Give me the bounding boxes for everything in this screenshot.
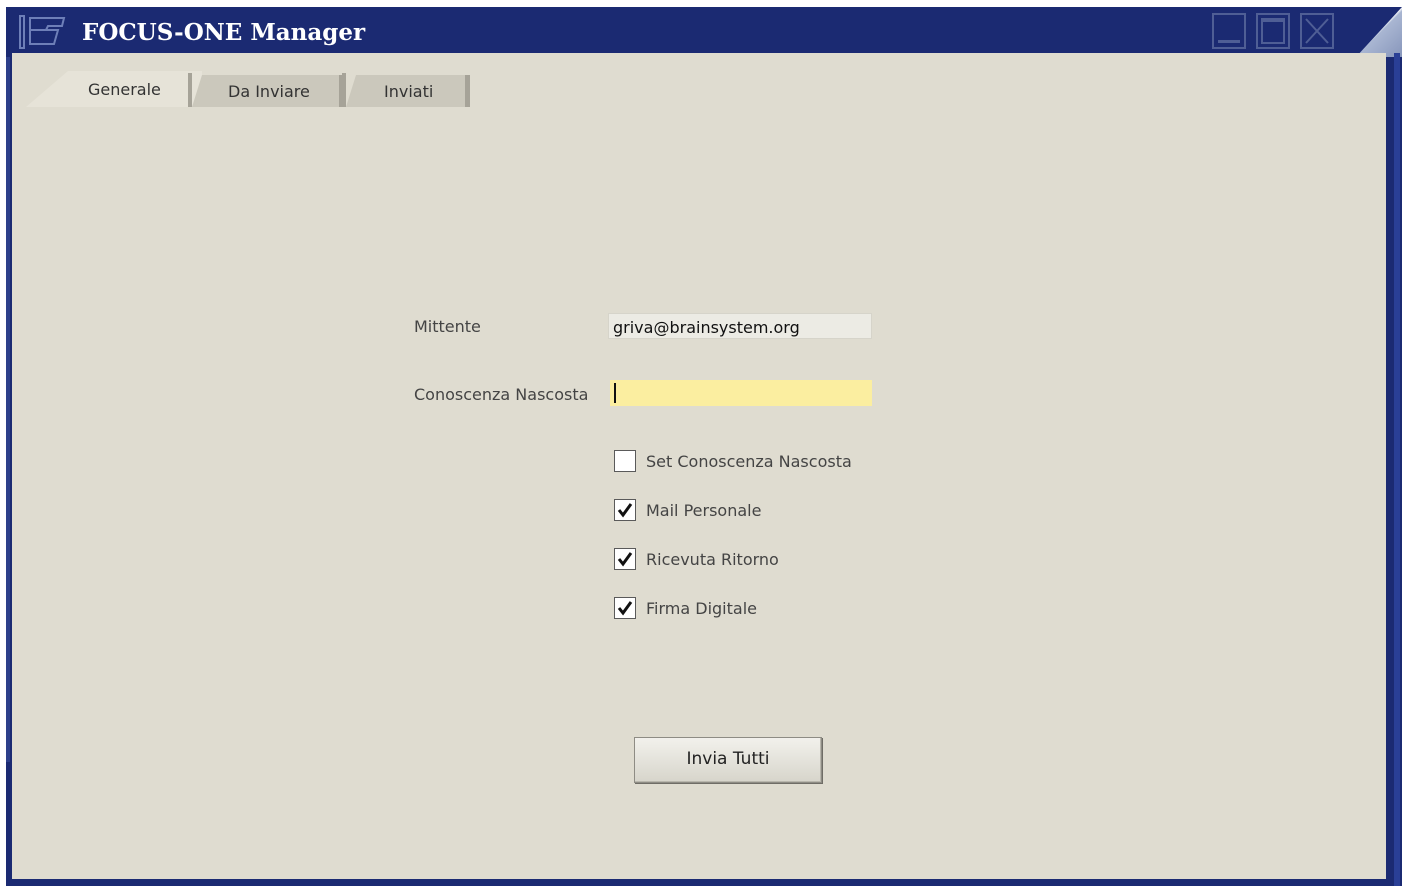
tab-label: Inviati [384, 82, 434, 101]
tab-generale[interactable]: Generale [26, 71, 202, 107]
close-button[interactable] [1300, 13, 1334, 49]
firma-digitale-checkbox[interactable] [614, 597, 636, 619]
tab-label: Generale [88, 80, 161, 99]
ricevuta-ritorno-checkbox[interactable] [614, 548, 636, 570]
text-caret [614, 383, 616, 403]
window-right-border [1394, 53, 1400, 886]
ricevuta-ritorno-label: Ricevuta Ritorno [646, 550, 779, 569]
tab-separator [342, 73, 346, 107]
mittente-field[interactable]: griva@brainsystem.org [608, 313, 872, 339]
tab-inviati[interactable]: Inviati [346, 75, 470, 107]
mittente-label: Mittente [414, 317, 481, 336]
window-left-border [6, 57, 10, 762]
titlebar-corner [1356, 7, 1402, 57]
tab-separator [188, 73, 192, 107]
window-title: FOCUS-ONE Manager [82, 19, 366, 46]
conoscenza-nascosta-label: Conoscenza Nascosta [414, 385, 589, 404]
set-conoscenza-nascosta-checkbox[interactable] [614, 450, 636, 472]
maximize-button[interactable] [1256, 13, 1290, 49]
minimize-button[interactable] [1212, 13, 1246, 49]
conoscenza-nascosta-field[interactable] [610, 380, 872, 406]
firma-digitale-label: Firma Digitale [646, 599, 757, 618]
tab-bar: Generale Da Inviare Inviati [12, 63, 612, 107]
tab-da-inviare[interactable]: Da Inviare [192, 75, 344, 107]
set-conoscenza-nascosta-label: Set Conoscenza Nascosta [646, 452, 852, 471]
title-bar[interactable]: FOCUS-ONE Manager [6, 7, 1402, 57]
app-window-icon [18, 14, 68, 50]
tab-label: Da Inviare [228, 82, 310, 101]
mail-personale-label: Mail Personale [646, 501, 762, 520]
mail-personale-checkbox[interactable] [614, 499, 636, 521]
invia-tutti-button[interactable]: Invia Tutti [634, 737, 822, 783]
